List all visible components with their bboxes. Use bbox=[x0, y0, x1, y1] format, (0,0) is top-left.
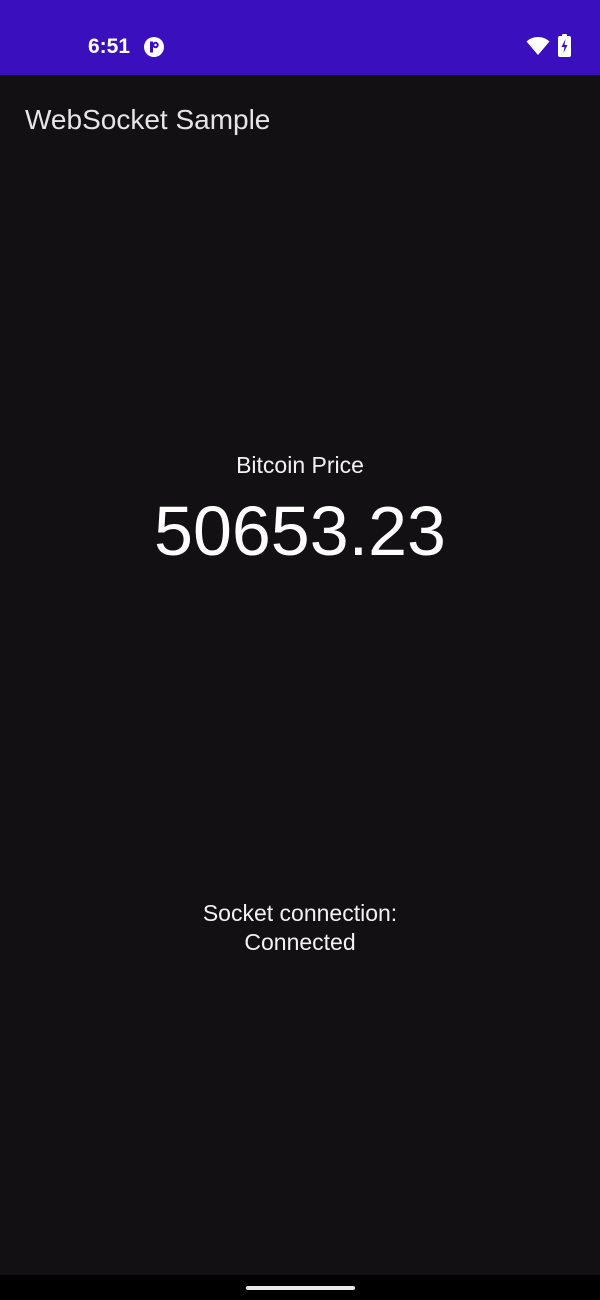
socket-connection-label: Socket connection: bbox=[202, 900, 398, 926]
status-time: 6:51 bbox=[88, 35, 131, 58]
app-notification-icon bbox=[144, 37, 164, 57]
home-gesture-handle[interactable] bbox=[246, 1286, 355, 1290]
bitcoin-price-value: 50653.23 bbox=[154, 492, 446, 570]
battery-charging-icon bbox=[558, 34, 571, 57]
socket-connection-state: Connected bbox=[244, 929, 356, 955]
app-screen: 6:51 WebSocket Sample Bitcoin Price 5065… bbox=[0, 0, 600, 1300]
navigation-bar bbox=[0, 1275, 600, 1300]
socket-connection-status: Socket connection: Connected bbox=[0, 899, 600, 957]
status-bar: 6:51 bbox=[0, 0, 600, 75]
app-title: WebSocket Sample bbox=[25, 104, 271, 135]
bitcoin-price-label: Bitcoin Price bbox=[236, 452, 364, 478]
wifi-icon bbox=[526, 37, 550, 55]
